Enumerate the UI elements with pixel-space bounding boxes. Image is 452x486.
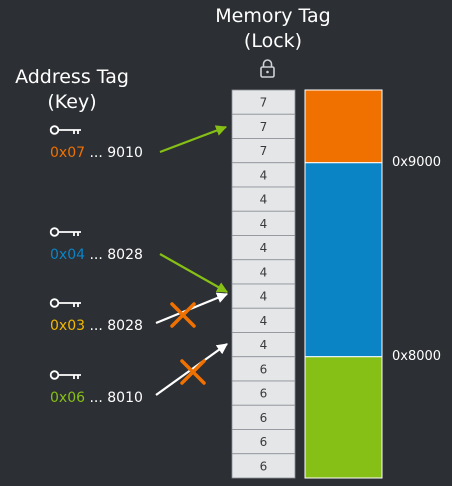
cross-icon	[180, 359, 206, 385]
key-icon	[49, 298, 81, 308]
key-address-suffix: ... 8028	[85, 318, 143, 334]
memory-tag-column: 7 7 7 4 4 4 4 4 4 4 4 6 6 6 6 6	[231, 89, 296, 479]
memory-tag-value: 4	[260, 265, 268, 279]
memory-tag-value: 4	[260, 290, 268, 304]
memory-tag-value: 6	[260, 362, 268, 376]
memory-tag-value: 4	[260, 338, 268, 352]
memory-tag-value: 7	[260, 120, 268, 134]
key-icon	[49, 227, 81, 237]
key-row: 0x06 ... 8010	[49, 370, 143, 406]
memory-tag-value: 6	[260, 387, 268, 401]
memory-regions	[304, 89, 383, 479]
memory-tag-value: 6	[260, 459, 268, 473]
lock-icon	[260, 59, 275, 78]
memory-tag-value: 7	[260, 96, 268, 110]
memory-tag-value: 7	[260, 144, 268, 158]
memory-tag-value: 4	[260, 241, 268, 255]
address-label-0x9000: 0x9000	[392, 155, 441, 170]
key-address-suffix: ... 8028	[85, 247, 143, 263]
access-arrow	[159, 253, 228, 293]
key-tag: 0x07	[50, 145, 85, 161]
key-row: 0x07 ... 9010	[49, 125, 143, 161]
memory-tag-value: 6	[260, 411, 268, 425]
key-tag: 0x06	[50, 390, 85, 406]
memory-tag-value: 4	[260, 314, 268, 328]
memory-region-tag-6	[304, 356, 383, 479]
key-address-suffix: ... 8010	[85, 390, 143, 406]
memory-tagging-diagram: Memory Tag (Lock) Address Tag (Key) 7 7 7 4…	[15, 5, 441, 479]
memory-tag-value: 4	[260, 193, 268, 207]
access-arrow	[159, 125, 228, 154]
key-address: 0x03 ... 8028	[50, 318, 143, 334]
key-icon	[49, 125, 81, 135]
memory-region-tag-4	[304, 162, 383, 358]
key-address-suffix: ... 9010	[85, 145, 143, 161]
key-address: 0x06 ... 8010	[50, 390, 143, 406]
memory-tag-value: 4	[260, 217, 268, 231]
address-label-0x8000: 0x8000	[392, 349, 441, 364]
memory-tag-title-line2: (Lock)	[244, 30, 302, 52]
key-tag: 0x04	[50, 247, 85, 263]
key-tag: 0x03	[50, 318, 85, 334]
key-icon	[49, 370, 81, 380]
address-tag-title-line1: Address Tag	[15, 66, 129, 88]
memory-tag-title-line1: Memory Tag	[215, 5, 330, 27]
memory-region-tag-7	[304, 89, 383, 164]
memory-tag-value: 4	[260, 168, 268, 182]
key-address: 0x04 ... 8028	[50, 247, 143, 263]
key-row: 0x04 ... 8028	[49, 227, 143, 263]
key-row: 0x03 ... 8028	[49, 298, 143, 334]
memory-tag-value: 6	[260, 435, 268, 449]
address-tag-title-line2: (Key)	[47, 91, 96, 113]
key-address: 0x07 ... 9010	[50, 145, 143, 161]
